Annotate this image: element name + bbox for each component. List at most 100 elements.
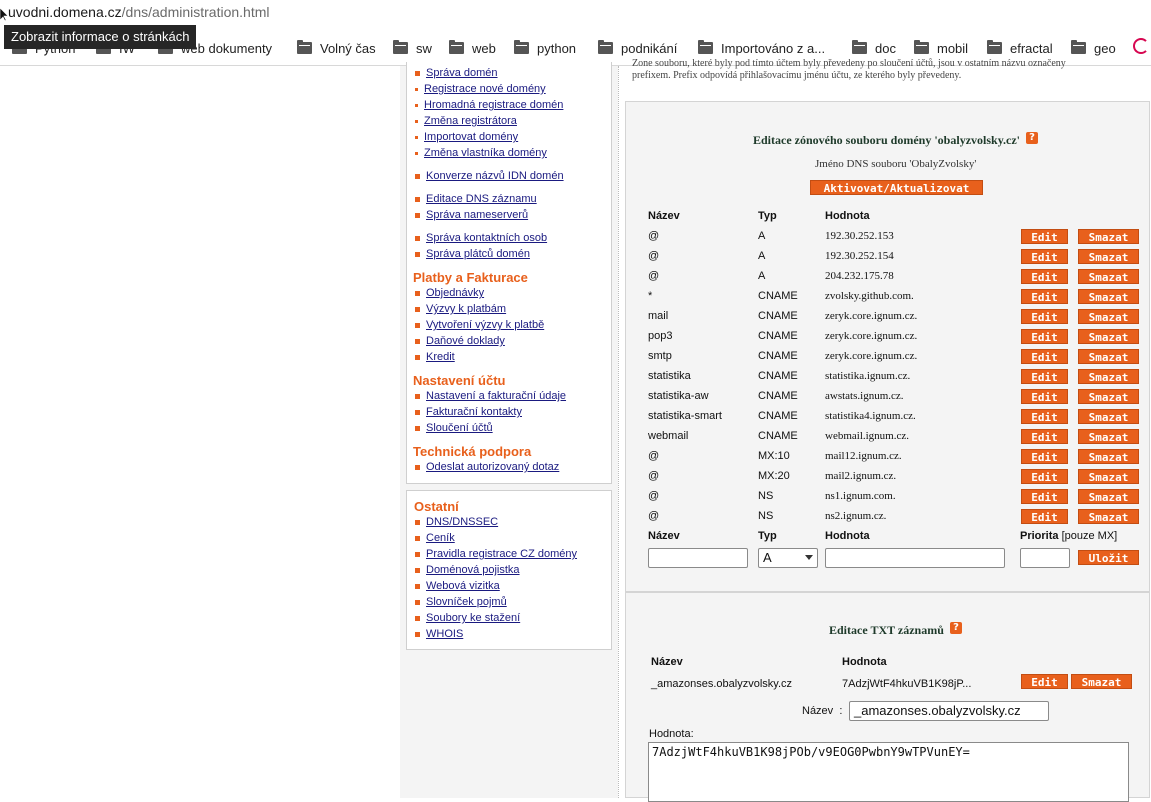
sidebar-link[interactable]: Daňové doklady [426, 335, 505, 347]
sidebar-link[interactable]: Fakturační kontakty [426, 406, 522, 418]
record-value: awstats.ignum.cz. [825, 390, 904, 402]
new-header-value: Hodnota [825, 530, 870, 542]
new-record-name-input[interactable] [648, 548, 748, 568]
new-record-value-input[interactable] [825, 548, 1005, 568]
sidebar-link[interactable]: Výzvy k platbám [426, 303, 506, 315]
sidebar-link-domain[interactable]: Importovat domény [424, 131, 518, 143]
txt-delete-button[interactable]: Smazat [1071, 674, 1132, 689]
bookmark-geo[interactable]: geo [1071, 39, 1116, 57]
new-record-priority-input[interactable] [1020, 548, 1070, 568]
edit-record-button[interactable]: Edit [1021, 249, 1068, 264]
sidebar-link-other[interactable]: Pravidla registrace CZ domény [426, 548, 577, 560]
delete-record-button[interactable]: Smazat [1078, 289, 1139, 304]
sidebar-link-other[interactable]: DNS/DNSSEC [426, 516, 498, 528]
edit-record-button[interactable]: Edit [1021, 509, 1068, 524]
bullet-icon [415, 88, 418, 91]
sidebar-link-domain[interactable]: Registrace nové domény [424, 83, 546, 95]
sidebar-link-other[interactable]: Slovníček pojmů [426, 596, 507, 608]
record-type: CNAME [758, 410, 798, 422]
sidebar-link-domain[interactable]: Hromadná registrace domén [424, 99, 563, 111]
delete-record-button[interactable]: Smazat [1078, 229, 1139, 244]
record-value: webmail.ignum.cz. [825, 430, 910, 442]
sidebar-link[interactable]: Objednávky [426, 287, 484, 299]
bullet-icon [415, 536, 420, 541]
edit-record-button[interactable]: Edit [1021, 289, 1068, 304]
sidebar-link-payers[interactable]: Správa plátců domén [426, 248, 530, 260]
edit-record-button[interactable]: Edit [1021, 369, 1068, 384]
sidebar-link[interactable]: Nastavení a fakturační údaje [426, 390, 566, 402]
delete-record-button[interactable]: Smazat [1078, 269, 1139, 284]
record-value: zeryk.core.ignum.cz. [825, 350, 918, 362]
edit-record-button[interactable]: Edit [1021, 309, 1068, 324]
debian-logo-icon[interactable] [1133, 38, 1149, 54]
sidebar-link[interactable]: Kredit [426, 351, 455, 363]
help-icon[interactable]: ? [1026, 132, 1038, 144]
help-icon[interactable]: ? [950, 622, 962, 634]
sidebar-link-other[interactable]: Soubory ke stažení [426, 612, 520, 624]
bookmark-podnikani[interactable]: podnikání [598, 39, 677, 57]
delete-record-button[interactable]: Smazat [1078, 349, 1139, 364]
edit-record-button[interactable]: Edit [1021, 409, 1068, 424]
sidebar-link[interactable]: Odeslat autorizovaný dotaz [426, 461, 559, 473]
delete-record-button[interactable]: Smazat [1078, 309, 1139, 324]
delete-record-button[interactable]: Smazat [1078, 449, 1139, 464]
edit-record-button[interactable]: Edit [1021, 329, 1068, 344]
bullet-icon [415, 600, 420, 605]
bookmark-doc[interactable]: doc [852, 39, 896, 57]
save-record-button[interactable]: Uložit [1078, 550, 1139, 565]
delete-record-button[interactable]: Smazat [1078, 249, 1139, 264]
folder-icon [514, 40, 529, 54]
sidebar-link[interactable]: Vytvoření výzvy k platbě [426, 319, 544, 331]
sidebar-link-domain[interactable]: Správa domén [426, 67, 498, 79]
sidebar-other-title: Ostatní [414, 499, 459, 514]
bullet-icon [415, 394, 420, 399]
delete-record-button[interactable]: Smazat [1078, 429, 1139, 444]
bookmark-mobil[interactable]: mobil [914, 39, 968, 57]
edit-record-button[interactable]: Edit [1021, 389, 1068, 404]
delete-record-button[interactable]: Smazat [1078, 509, 1139, 524]
sidebar-link[interactable]: Sloučení účtů [426, 422, 493, 434]
delete-record-button[interactable]: Smazat [1078, 389, 1139, 404]
bullet-icon [415, 632, 420, 637]
activate-update-button[interactable]: Aktivovat/Aktualizovat [810, 180, 983, 195]
delete-record-button[interactable]: Smazat [1078, 369, 1139, 384]
edit-record-button[interactable]: Edit [1021, 229, 1068, 244]
delete-record-button[interactable]: Smazat [1078, 329, 1139, 344]
record-type: CNAME [758, 390, 798, 402]
bookmark-volny-cas[interactable]: Volný čas [297, 39, 376, 57]
sidebar-link-contacts[interactable]: Správa kontaktních osob [426, 232, 547, 244]
sidebar-link-idn[interactable]: Konverze názvů IDN domén [426, 170, 564, 182]
txt-edit-button[interactable]: Edit [1021, 674, 1068, 689]
col-header-value: Hodnota [825, 210, 870, 222]
bookmark-efractal[interactable]: efractal [987, 39, 1053, 57]
sidebar-link-other[interactable]: WHOIS [426, 628, 463, 640]
bookmark-sw[interactable]: sw [393, 39, 432, 57]
sidebar-link-other[interactable]: Ceník [426, 532, 455, 544]
bookmark-web[interactable]: web [449, 39, 496, 57]
new-record-type-select[interactable]: A [758, 548, 818, 568]
bullet-icon [415, 236, 420, 241]
sidebar-link-other[interactable]: Doménová pojistka [426, 564, 520, 576]
delete-record-button[interactable]: Smazat [1078, 489, 1139, 504]
edit-record-button[interactable]: Edit [1021, 469, 1068, 484]
txt-name-input[interactable]: _amazonses.obalyzvolsky.cz [849, 701, 1049, 721]
sidebar-link-nameservers[interactable]: Správa nameserverů [426, 209, 528, 221]
delete-record-button[interactable]: Smazat [1078, 469, 1139, 484]
txt-value-textarea[interactable]: 7AdzjWtF4hkuVB1K98jPOb/v9EOG0PwbnY9wTPVu… [648, 742, 1129, 802]
sidebar-link-other[interactable]: Webová vizitka [426, 580, 500, 592]
bookmark-python[interactable]: python [514, 39, 576, 57]
url-bar[interactable]: uvodni.domena.cz/dns/administration.html [0, 0, 1151, 28]
delete-record-button[interactable]: Smazat [1078, 409, 1139, 424]
sidebar-link-domain[interactable]: Změna vlastníka domény [424, 147, 547, 159]
edit-record-button[interactable]: Edit [1021, 489, 1068, 504]
edit-record-button[interactable]: Edit [1021, 449, 1068, 464]
record-value: zeryk.core.ignum.cz. [825, 330, 918, 342]
edit-record-button[interactable]: Edit [1021, 269, 1068, 284]
sidebar-link-domain[interactable]: Změna registrátora [424, 115, 517, 127]
edit-record-button[interactable]: Edit [1021, 349, 1068, 364]
sidebar-link-dns[interactable]: Editace DNS záznamu [426, 193, 537, 205]
merge-note-line2: prefixem. Prefix odpovídá přihlašovacímu… [632, 70, 962, 81]
edit-record-button[interactable]: Edit [1021, 429, 1068, 444]
url-text[interactable]: uvodni.domena.cz/dns/administration.html [8, 4, 269, 20]
bookmark-importovano[interactable]: Importováno z a... [698, 39, 825, 57]
